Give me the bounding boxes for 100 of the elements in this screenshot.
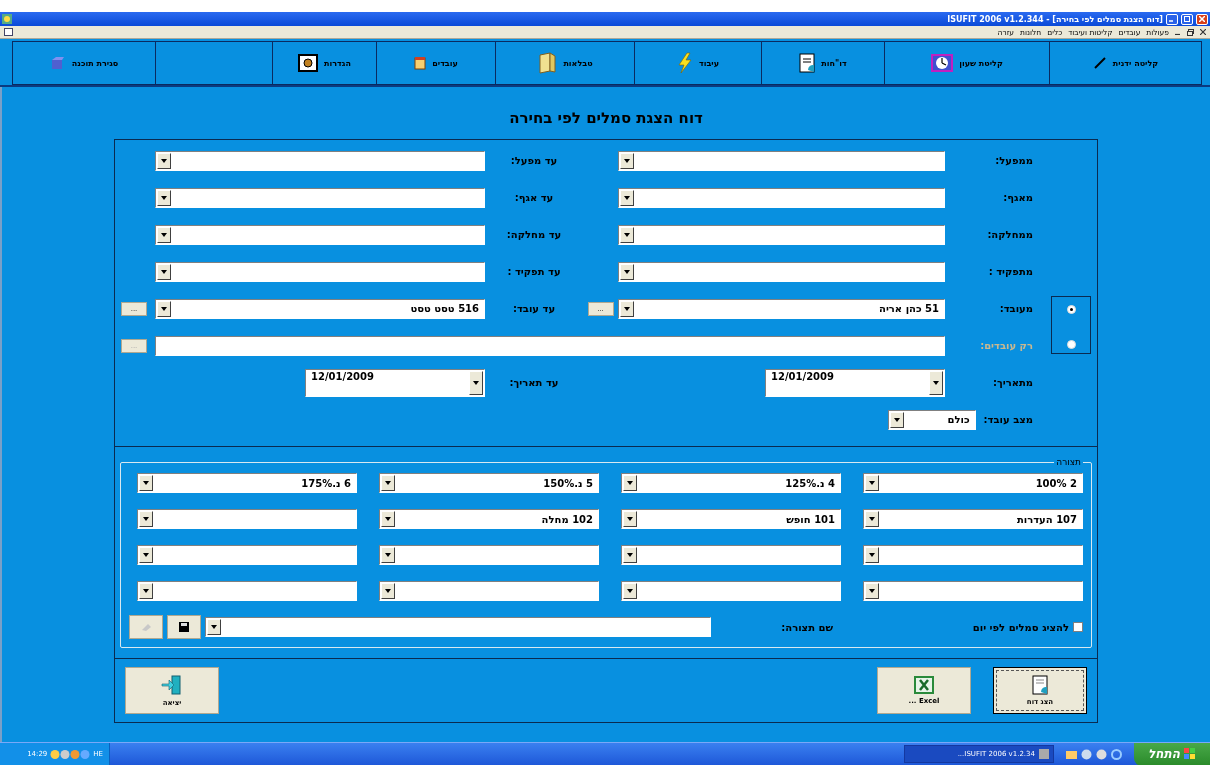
- field-label: עד תפקיד :: [507, 266, 561, 277]
- dropdown-button[interactable]: [139, 583, 153, 599]
- dropdown-button[interactable]: [929, 370, 943, 395]
- toolbar-button[interactable]: עובדים: [377, 41, 496, 85]
- toolbar-button[interactable]: [156, 41, 273, 85]
- dropdown-button[interactable]: [865, 583, 879, 599]
- date-field[interactable]: 12/01/2009: [765, 368, 945, 397]
- dropdown-button[interactable]: [623, 511, 637, 527]
- dropdown-button[interactable]: [381, 583, 395, 599]
- dropdown-button[interactable]: [889, 411, 904, 428]
- dropdown-button[interactable]: [865, 511, 879, 527]
- restore-icon[interactable]: [1187, 28, 1194, 36]
- toolbar-button[interactable]: הגדרות: [273, 41, 377, 85]
- document-icon: [4, 28, 13, 36]
- tray-icons-drawing: [50, 748, 91, 760]
- toolbar-button[interactable]: סגירת תוכנה: [12, 41, 156, 85]
- dropdown-button[interactable]: [157, 189, 171, 206]
- field-label: מתאריך:: [991, 377, 1034, 388]
- dropdown-field[interactable]: [137, 581, 357, 601]
- dropdown-field[interactable]: 51 כהן אריה: [618, 298, 945, 319]
- dropdown-field[interactable]: 4 נ.125%: [621, 473, 841, 493]
- dropdown-button[interactable]: [157, 226, 171, 243]
- dropdown-field[interactable]: 516 טסט טסט: [155, 298, 485, 319]
- dropdown-button[interactable]: [157, 152, 171, 169]
- dropdown-field[interactable]: [137, 545, 357, 565]
- dropdown-field[interactable]: [379, 545, 599, 565]
- dropdown-button[interactable]: [620, 226, 634, 243]
- toolbar-button[interactable]: דו"חות: [762, 41, 885, 85]
- dropdown-button[interactable]: [207, 619, 221, 635]
- toolbar-button[interactable]: עיבוד: [635, 41, 762, 85]
- dropdown-button[interactable]: [623, 547, 637, 563]
- dropdown-button[interactable]: [865, 547, 879, 563]
- dropdown-field[interactable]: [618, 150, 945, 171]
- dropdown-field[interactable]: [618, 224, 945, 245]
- dropdown-field[interactable]: [379, 581, 599, 601]
- dropdown-button[interactable]: [623, 475, 637, 491]
- close-icon[interactable]: [1200, 29, 1206, 35]
- toolbar-button[interactable]: קליטת שעון: [885, 41, 1050, 85]
- dropdown-field[interactable]: [863, 581, 1083, 601]
- dropdown-arrow-icon: [143, 517, 149, 521]
- dropdown-button[interactable]: [620, 152, 634, 169]
- windows-logo-icon: [1184, 748, 1196, 760]
- save-button[interactable]: [167, 615, 201, 639]
- dropdown-button[interactable]: [139, 511, 153, 527]
- dropdown-field[interactable]: 6 נ.175%: [137, 473, 357, 493]
- dropdown-field[interactable]: [618, 261, 945, 282]
- field-label: שם תצורה:: [780, 621, 833, 633]
- dropdown-button[interactable]: [865, 475, 879, 491]
- browser-icon[interactable]: [1111, 748, 1122, 760]
- dropdown-button[interactable]: [623, 583, 637, 599]
- minimize-button[interactable]: [1166, 13, 1178, 25]
- dropdown-field[interactable]: 101 חופש: [621, 509, 841, 529]
- start-button[interactable]: התחל: [1134, 742, 1210, 765]
- dropdown-button[interactable]: [620, 263, 634, 280]
- dropdown-field[interactable]: [621, 581, 841, 601]
- dropdown-field[interactable]: [863, 545, 1083, 565]
- field-label: עד תאריך:: [509, 377, 559, 388]
- dropdown-arrow-icon: [161, 269, 167, 274]
- dropdown-field[interactable]: [205, 617, 711, 637]
- dropdown-field[interactable]: 107 העדרות: [863, 509, 1083, 529]
- dropdown-button[interactable]: [139, 547, 153, 563]
- notepad-icon: [414, 56, 427, 70]
- dropdown-button[interactable]: [381, 511, 395, 527]
- dropdown-field[interactable]: 102 מחלה: [379, 509, 599, 529]
- dropdown-button[interactable]: [620, 189, 634, 206]
- maximize-button[interactable]: [1181, 13, 1193, 25]
- dropdown-field[interactable]: [621, 545, 841, 565]
- dropdown-field[interactable]: 2 100%: [863, 473, 1083, 493]
- globe-icon[interactable]: [1081, 748, 1092, 760]
- dropdown-arrow-icon: [627, 481, 633, 485]
- maximize-icon: [1184, 16, 1190, 22]
- dropdown-field[interactable]: [137, 509, 357, 529]
- dropdown-field[interactable]: [155, 224, 485, 245]
- dropdown-arrow-icon: [143, 589, 149, 593]
- dropdown-button[interactable]: [381, 547, 395, 563]
- close-button[interactable]: [1196, 13, 1208, 25]
- dropdown-button[interactable]: [381, 475, 395, 491]
- dropdown-field[interactable]: 5 נ.150%: [379, 473, 599, 493]
- folder-icon[interactable]: [1066, 748, 1077, 760]
- dropdown-field[interactable]: [155, 261, 485, 282]
- dropdown-field[interactable]: [618, 187, 945, 208]
- radio-button[interactable]: [1066, 305, 1076, 314]
- text-field[interactable]: [155, 335, 945, 356]
- dropdown-field[interactable]: כולם: [887, 409, 976, 430]
- checkbox[interactable]: [1073, 622, 1083, 632]
- dropdown-button[interactable]: [139, 475, 153, 491]
- dropdown-button[interactable]: [157, 300, 171, 317]
- toolbar-button[interactable]: קליטה ידנית: [1050, 41, 1202, 85]
- app-icon: [2, 14, 12, 24]
- dropdown-field[interactable]: [155, 150, 485, 171]
- date-field[interactable]: 12/01/2009: [305, 368, 485, 397]
- media-icon[interactable]: [1096, 748, 1107, 760]
- toolbar-button[interactable]: טבלאות: [496, 41, 635, 85]
- dropdown-button[interactable]: [469, 370, 483, 395]
- dropdown-arrow-icon: [624, 195, 630, 200]
- dropdown-button[interactable]: [620, 300, 634, 317]
- field-label: עד מפעל:: [510, 155, 558, 166]
- dropdown-field[interactable]: [155, 187, 485, 208]
- radio-button[interactable]: [1066, 340, 1076, 349]
- dropdown-button[interactable]: [157, 263, 171, 280]
